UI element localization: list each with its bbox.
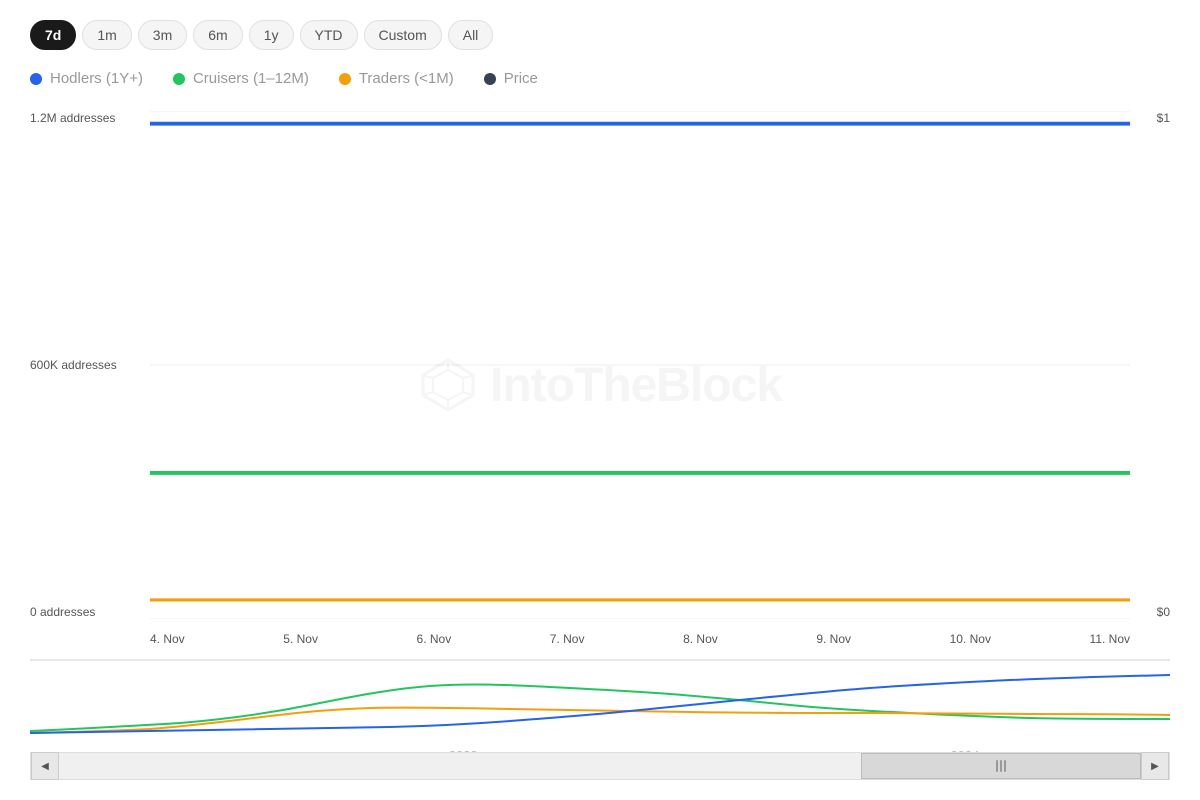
x-axis-label: 7. Nov: [550, 632, 585, 646]
legend-dot: [339, 73, 351, 85]
legend-label: Traders (<1M): [359, 70, 454, 87]
time-btn-all[interactable]: All: [448, 20, 494, 50]
x-axis-label: 8. Nov: [683, 632, 718, 646]
legend-label: Cruisers (1–12M): [193, 70, 309, 87]
x-axis-label: 9. Nov: [816, 632, 851, 646]
x-axis-label: 5. Nov: [283, 632, 318, 646]
y-right-top: $1: [1157, 111, 1170, 125]
main-container: 7d1m3m6m1yYTDCustomAll Hodlers (1Y+) Crui…: [0, 0, 1200, 800]
time-btn-3m[interactable]: 3m: [138, 20, 187, 50]
time-range-selector: 7d1m3m6m1yYTDCustomAll: [30, 20, 1170, 50]
x-axis-label: 6. Nov: [417, 632, 452, 646]
y-label-top: 1.2M addresses: [30, 111, 117, 125]
legend-item: Traders (<1M): [339, 70, 454, 87]
legend-label: Price: [504, 70, 538, 87]
y-label-mid: 600K addresses: [30, 358, 117, 372]
legend-item: Price: [484, 70, 538, 87]
time-btn-6m[interactable]: 6m: [193, 20, 242, 50]
scroll-right-button[interactable]: ▶: [1141, 752, 1169, 780]
main-chart-svg: [150, 111, 1130, 619]
legend-dot: [484, 73, 496, 85]
x-axis-label: 11. Nov: [1090, 632, 1130, 646]
time-btn-custom[interactable]: Custom: [364, 20, 442, 50]
mini-chart-area: 2022 2024 ◀ ▶: [30, 660, 1170, 780]
legend-dot: [173, 73, 185, 85]
legend-label: Hodlers (1Y+): [50, 70, 143, 87]
time-btn-ytd[interactable]: YTD: [300, 20, 358, 50]
x-axis-label: 10. Nov: [950, 632, 991, 646]
scroll-left-button[interactable]: ◀: [31, 752, 59, 780]
legend-item: Cruisers (1–12M): [173, 70, 309, 87]
chart-svg-container: [150, 111, 1130, 619]
scrollbar-thumb[interactable]: [861, 753, 1141, 779]
x-axis: 4. Nov 5. Nov 6. Nov 7. Nov 8. Nov 9. Nov 10. …: [150, 619, 1130, 659]
time-btn-1m[interactable]: 1m: [82, 20, 131, 50]
y-label-bot: 0 addresses: [30, 605, 117, 619]
time-btn-7d[interactable]: 7d: [30, 20, 76, 50]
chart-area: 1.2M addresses 600K addresses 0 addresse…: [30, 111, 1170, 780]
scrollbar-inner: [59, 753, 1141, 779]
chart-legend: Hodlers (1Y+) Cruisers (1–12M) Traders (<1…: [30, 70, 1170, 87]
main-chart: 1.2M addresses 600K addresses 0 addresse…: [30, 111, 1170, 660]
scrollbar-track: ◀ ▶: [30, 752, 1170, 780]
legend-item: Hodlers (1Y+): [30, 70, 143, 87]
x-axis-label: 4. Nov: [150, 632, 185, 646]
y-right-bot: $0: [1157, 605, 1170, 619]
scrollbar-grip-icon: [996, 760, 1006, 772]
time-btn-1y[interactable]: 1y: [249, 20, 294, 50]
mini-chart-svg: [30, 661, 1170, 741]
y-axis-left: 1.2M addresses 600K addresses 0 addresse…: [30, 111, 117, 619]
legend-dot: [30, 73, 42, 85]
y-axis-right: $1 $0: [1157, 111, 1170, 619]
